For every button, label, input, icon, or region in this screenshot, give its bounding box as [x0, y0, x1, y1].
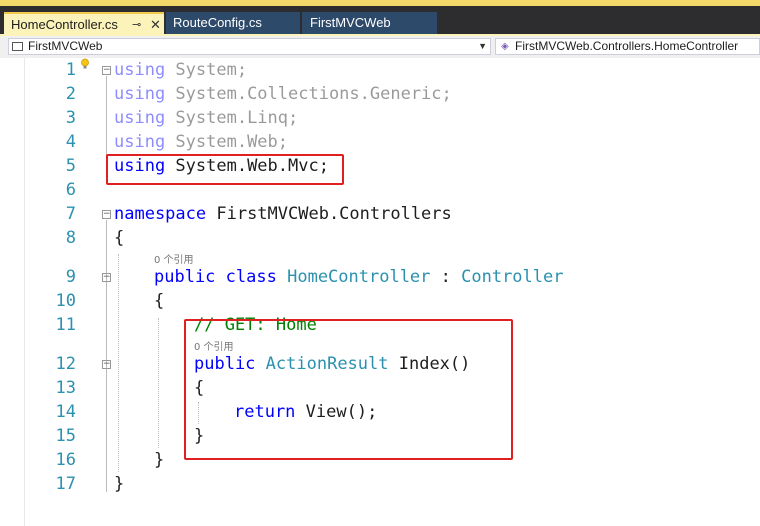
tab-homecontroller[interactable]: HomeController.cs ⊸ ✕ — [4, 12, 164, 34]
keyword: public — [154, 267, 216, 287]
line-number: 13 — [55, 378, 76, 398]
type-name: HomeController — [287, 267, 431, 287]
project-dropdown-value: FirstMVCWeb — [28, 39, 103, 53]
code-text: FirstMVCWeb.Controllers — [206, 204, 452, 224]
outline-line — [106, 220, 107, 492]
line-number: 10 — [55, 291, 76, 311]
code-line-8: { — [114, 228, 125, 248]
code-line-16: } — [154, 450, 165, 470]
chevron-down-icon[interactable]: ▼ — [478, 39, 487, 54]
project-icon — [12, 42, 23, 51]
line-number: 5 — [65, 156, 76, 176]
line-number: 9 — [65, 267, 76, 287]
keyword: using — [114, 132, 166, 152]
pin-icon[interactable]: ⊸ — [132, 14, 141, 36]
code-text: System.Linq; — [165, 108, 299, 128]
line-number: 14 — [55, 402, 76, 422]
tab-label: FirstMVCWeb — [310, 15, 391, 30]
code-line-17: } — [114, 474, 125, 494]
code-line-1: using System; — [114, 60, 247, 80]
tab-routeconfig[interactable]: RouteConfig.cs — [166, 12, 300, 34]
tab-label: RouteConfig.cs — [173, 15, 262, 30]
code-text: System.Collections.Generic; — [165, 84, 452, 104]
code-line-3: using System.Linq; — [114, 108, 298, 128]
line-number: 11 — [55, 315, 76, 335]
lightbulb-icon[interactable] — [80, 58, 90, 70]
keyword: using — [114, 108, 166, 128]
keyword: using — [114, 60, 166, 80]
keyword: using — [114, 84, 166, 104]
line-number: 8 — [65, 228, 76, 248]
highlight-box-using — [106, 154, 344, 185]
indent-guide — [158, 318, 159, 448]
code-editor[interactable]: 1 2 3 4 5 6 7 8 9 10 11 12 13 14 15 16 1… — [0, 58, 760, 526]
code-text: : — [430, 267, 462, 287]
indicator-margin — [0, 58, 25, 526]
tab-firstmvcweb[interactable]: FirstMVCWeb — [302, 12, 437, 34]
class-icon: ◈ — [501, 41, 509, 52]
indent-guide — [118, 254, 119, 472]
line-number: 15 — [55, 426, 76, 446]
document-tab-strip: HomeController.cs ⊸ ✕ RouteConfig.cs Fir… — [0, 0, 760, 36]
tab-strip-accent — [0, 0, 760, 6]
code-line-4: using System.Web; — [114, 132, 288, 152]
code-line-9: public class HomeController : Controller — [154, 267, 563, 287]
type-scope-dropdown-value: FirstMVCWeb.Controllers.HomeController — [515, 39, 739, 53]
highlight-box-action — [184, 319, 513, 460]
line-number: 3 — [65, 108, 76, 128]
line-number: 16 — [55, 450, 76, 470]
navigation-bar: FirstMVCWeb ▼ ◈ FirstMVCWeb.Controllers.… — [0, 36, 760, 59]
line-number: 4 — [65, 132, 76, 152]
line-number: 17 — [55, 474, 76, 494]
keyword: namespace — [114, 204, 207, 224]
line-number: 1 — [65, 60, 76, 80]
line-number: 12 — [55, 354, 76, 374]
code-line-2: using System.Collections.Generic; — [114, 84, 452, 104]
tab-label: HomeController.cs — [11, 17, 118, 32]
collapse-icon[interactable]: − — [102, 210, 111, 219]
code-line-10: { — [154, 291, 165, 311]
type-scope-dropdown[interactable]: ◈ FirstMVCWeb.Controllers.HomeController — [495, 38, 760, 55]
code-text: System.Web; — [165, 132, 289, 152]
line-number: 6 — [65, 180, 76, 200]
collapse-icon[interactable]: − — [102, 360, 111, 369]
collapse-icon[interactable]: − — [102, 66, 111, 75]
collapse-icon[interactable]: − — [102, 273, 111, 282]
type-name: Controller — [461, 267, 564, 287]
reference-count[interactable]: 0 个引用 — [154, 251, 194, 266]
line-number: 2 — [65, 84, 76, 104]
code-line-7: namespace FirstMVCWeb.Controllers — [114, 204, 452, 224]
project-dropdown[interactable]: FirstMVCWeb ▼ — [8, 38, 491, 55]
keyword: class — [225, 267, 277, 287]
close-icon[interactable]: ✕ — [150, 14, 161, 36]
line-number: 7 — [65, 204, 76, 224]
code-text: System; — [165, 60, 248, 80]
